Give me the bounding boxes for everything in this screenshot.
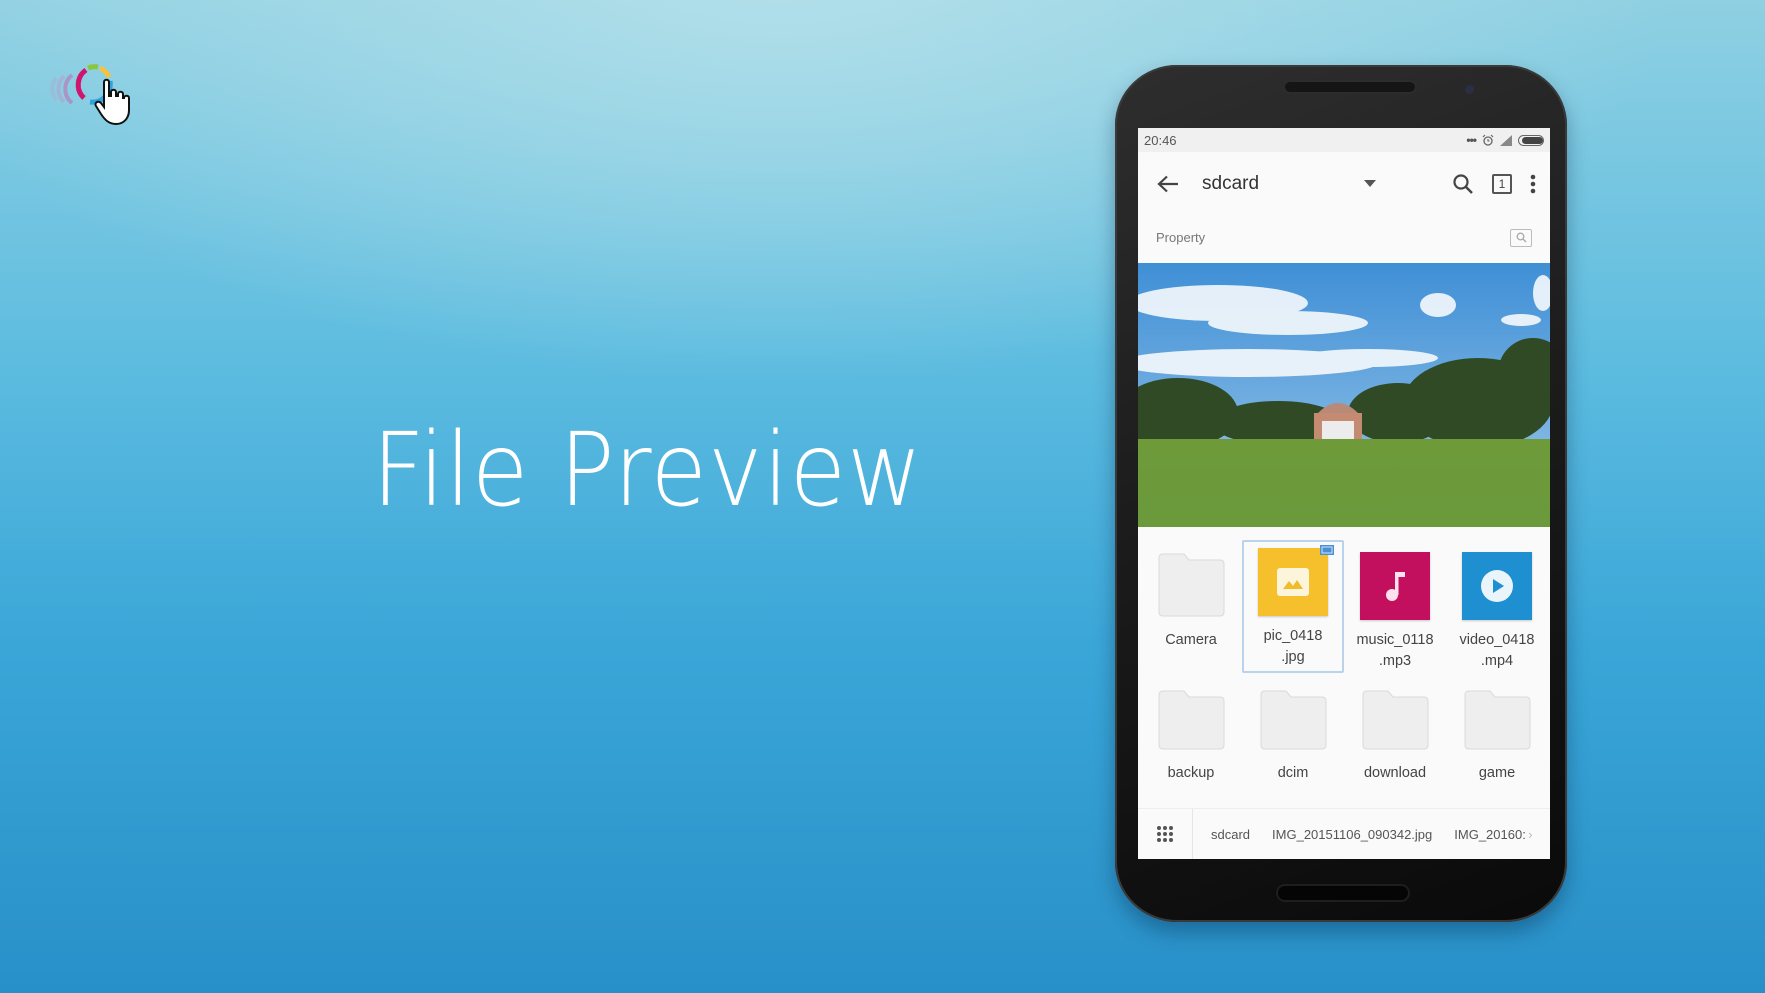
phone-speaker (1285, 82, 1415, 92)
file-extension: .mp4 (1480, 653, 1514, 669)
image-icon (1277, 568, 1309, 596)
folder-name: download (1363, 765, 1427, 781)
video-file-icon (1462, 552, 1532, 620)
folder-name: dcim (1277, 765, 1309, 781)
file-name: Camera (1165, 632, 1217, 648)
breadcrumb-item[interactable]: IMG_20151106_090342.jpg (1272, 827, 1432, 842)
search-icon[interactable] (1452, 173, 1474, 195)
chevron-right-icon: › (1528, 826, 1533, 842)
folder-icon (1464, 690, 1531, 750)
breadcrumb-item[interactable]: sdcard (1211, 827, 1250, 842)
toolbar: sdcard 1 (1138, 152, 1550, 215)
property-label: Property (1156, 230, 1206, 245)
folder-icon (1158, 690, 1225, 750)
folder-icon (1362, 690, 1429, 750)
folder-name: backup (1167, 765, 1215, 781)
music-note-icon (1386, 572, 1405, 601)
path-dropdown-button[interactable] (1350, 180, 1390, 187)
file-grid-row-2: backup dcim download game (1138, 679, 1550, 809)
apps-grid-icon (1157, 826, 1173, 842)
file-item[interactable]: video_0418 .mp4 (1446, 540, 1548, 675)
tab-count-button[interactable]: 1 (1492, 173, 1512, 194)
phone-camera (1465, 85, 1474, 94)
app-logo-icon (50, 64, 130, 126)
file-item[interactable]: Camera (1140, 540, 1242, 675)
more-vert-icon[interactable] (1530, 174, 1536, 194)
phone-speaker-bottom (1278, 886, 1408, 900)
folder-item[interactable]: backup (1140, 679, 1242, 809)
select-checkbox-icon[interactable] (1320, 545, 1334, 555)
hero-title: File Preview (372, 411, 923, 530)
file-name: video_0418 (1459, 632, 1535, 648)
property-search-button[interactable] (1510, 228, 1532, 247)
arrow-back-icon (1157, 175, 1178, 192)
image-file-icon (1258, 548, 1328, 616)
status-time: 20:46 (1144, 132, 1177, 148)
file-extension: .jpg (1281, 649, 1305, 665)
phone-device: 20:46 ••• sdcard 1 Property Camera pic_0… (1115, 65, 1567, 922)
file-item-selected[interactable]: pic_0418 .jpg (1242, 540, 1344, 673)
image-preview[interactable] (1138, 263, 1550, 527)
breadcrumb-item[interactable]: IMG_20160: (1454, 827, 1526, 842)
folder-item[interactable]: game (1446, 679, 1548, 809)
play-circle-icon (1481, 570, 1513, 602)
toolbar-title: sdcard (1202, 172, 1260, 194)
file-name: music_0118 (1356, 632, 1434, 648)
caret-down-icon (1364, 180, 1376, 187)
back-button[interactable] (1138, 175, 1198, 193)
folder-icon (1158, 553, 1225, 617)
folder-icon (1260, 690, 1327, 750)
audio-file-icon (1360, 552, 1430, 620)
file-extension: .mp3 (1378, 653, 1412, 669)
property-row: Property (1138, 215, 1550, 260)
folder-item[interactable]: dcim (1242, 679, 1344, 809)
folder-item[interactable]: download (1344, 679, 1446, 809)
file-grid-row-1: Camera pic_0418 .jpg music_0118 .mp3 vid… (1138, 540, 1550, 675)
breadcrumb-bar: sdcard IMG_20151106_090342.jpg IMG_20160… (1138, 808, 1550, 859)
search-icon (1516, 232, 1526, 243)
alarm-icon (1482, 134, 1494, 146)
apps-grid-button[interactable] (1138, 809, 1193, 859)
signal-icon (1500, 134, 1512, 146)
status-bar: 20:46 ••• (1138, 128, 1550, 152)
file-item[interactable]: music_0118 .mp3 (1344, 540, 1446, 675)
more-dots-icon: ••• (1466, 133, 1477, 147)
battery-icon (1518, 134, 1544, 146)
phone-screen: 20:46 ••• sdcard 1 Property Camera pic_0… (1138, 128, 1550, 859)
file-name: pic_0418 (1263, 628, 1323, 644)
folder-name: game (1478, 765, 1516, 781)
